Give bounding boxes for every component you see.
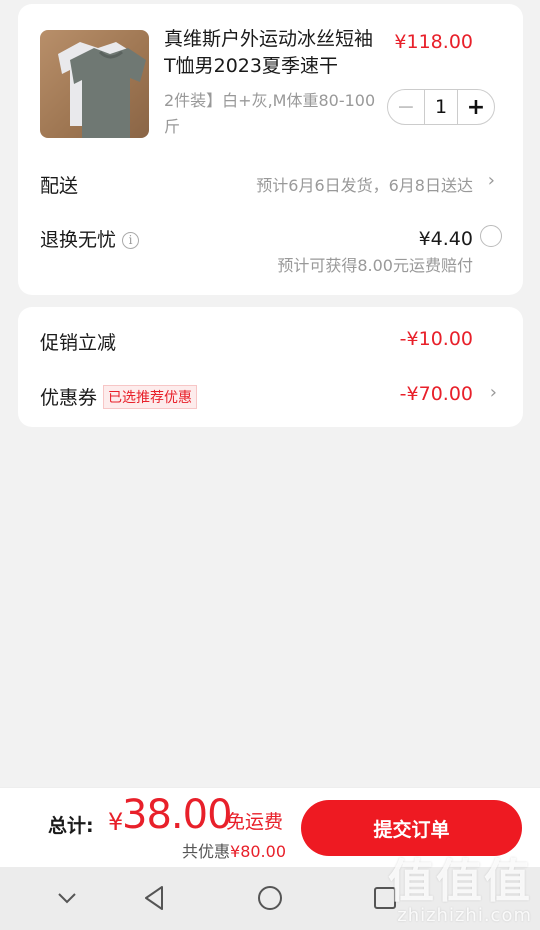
chevron-right-icon[interactable]: ›: [488, 170, 495, 191]
info-icon[interactable]: i: [122, 231, 140, 249]
total-label: 总计:: [48, 815, 94, 837]
product-title[interactable]: 真维斯户外运动冰丝短袖T恤男2023夏季速干: [164, 26, 374, 80]
return-service-label: 退换无忧 i: [40, 225, 140, 252]
nav-back-icon[interactable]: [140, 883, 170, 913]
chevron-right-icon[interactable]: ›: [490, 382, 497, 403]
product-image[interactable]: [40, 30, 149, 138]
increase-quantity-button[interactable]: +: [458, 90, 494, 124]
product-spec[interactable]: 2件装】白+灰,M体重80-100斤: [164, 88, 378, 140]
decrease-quantity-button[interactable]: −: [388, 90, 424, 124]
free-shipping-label: 免运费: [226, 811, 284, 833]
return-service-radio[interactable]: [480, 225, 502, 247]
total-currency: ¥: [108, 808, 124, 836]
nav-hide-icon[interactable]: [52, 883, 82, 913]
coupon-tag: 已选推荐优惠: [103, 385, 198, 409]
return-service-note: 预计可获得8.00元运费赔付: [277, 256, 473, 275]
coupon-label: 优惠券: [40, 387, 98, 409]
nav-home-icon[interactable]: [255, 883, 285, 913]
watermark-logo: 值值值: [388, 854, 532, 908]
return-service-price: ¥4.40: [418, 228, 473, 250]
return-service-text: 退换无忧: [40, 229, 117, 251]
delivery-estimate[interactable]: 预计6月6日发货，6月8日送达: [256, 172, 473, 196]
quantity-stepper: − 1 +: [387, 89, 495, 125]
order-item-card: 真维斯户外运动冰丝短袖T恤男2023夏季速干 ¥118.00 2件装】白+灰,M…: [18, 4, 523, 295]
coupon-row[interactable]: 优惠券 已选推荐优惠: [40, 383, 198, 410]
product-price: ¥118.00: [394, 31, 473, 53]
delivery-label: 配送: [40, 175, 79, 197]
quantity-input[interactable]: 1: [424, 90, 458, 124]
watermark: 值值值 zhizhizhi.com: [388, 845, 532, 926]
discount-card: 促销立减 -¥10.00 优惠券 已选推荐优惠 -¥70.00 ›: [18, 307, 523, 427]
total-discount: 共优惠¥80.00: [182, 838, 286, 862]
promo-amount: -¥10.00: [399, 328, 473, 350]
total-amount: 38.00: [122, 792, 233, 838]
promo-label: 促销立减: [40, 332, 117, 354]
watermark-url: zhizhizhi.com: [397, 905, 532, 926]
discount-amount: ¥80.00: [230, 842, 286, 861]
discount-prefix: 共优惠: [182, 842, 231, 861]
coupon-amount[interactable]: -¥70.00: [400, 383, 473, 405]
